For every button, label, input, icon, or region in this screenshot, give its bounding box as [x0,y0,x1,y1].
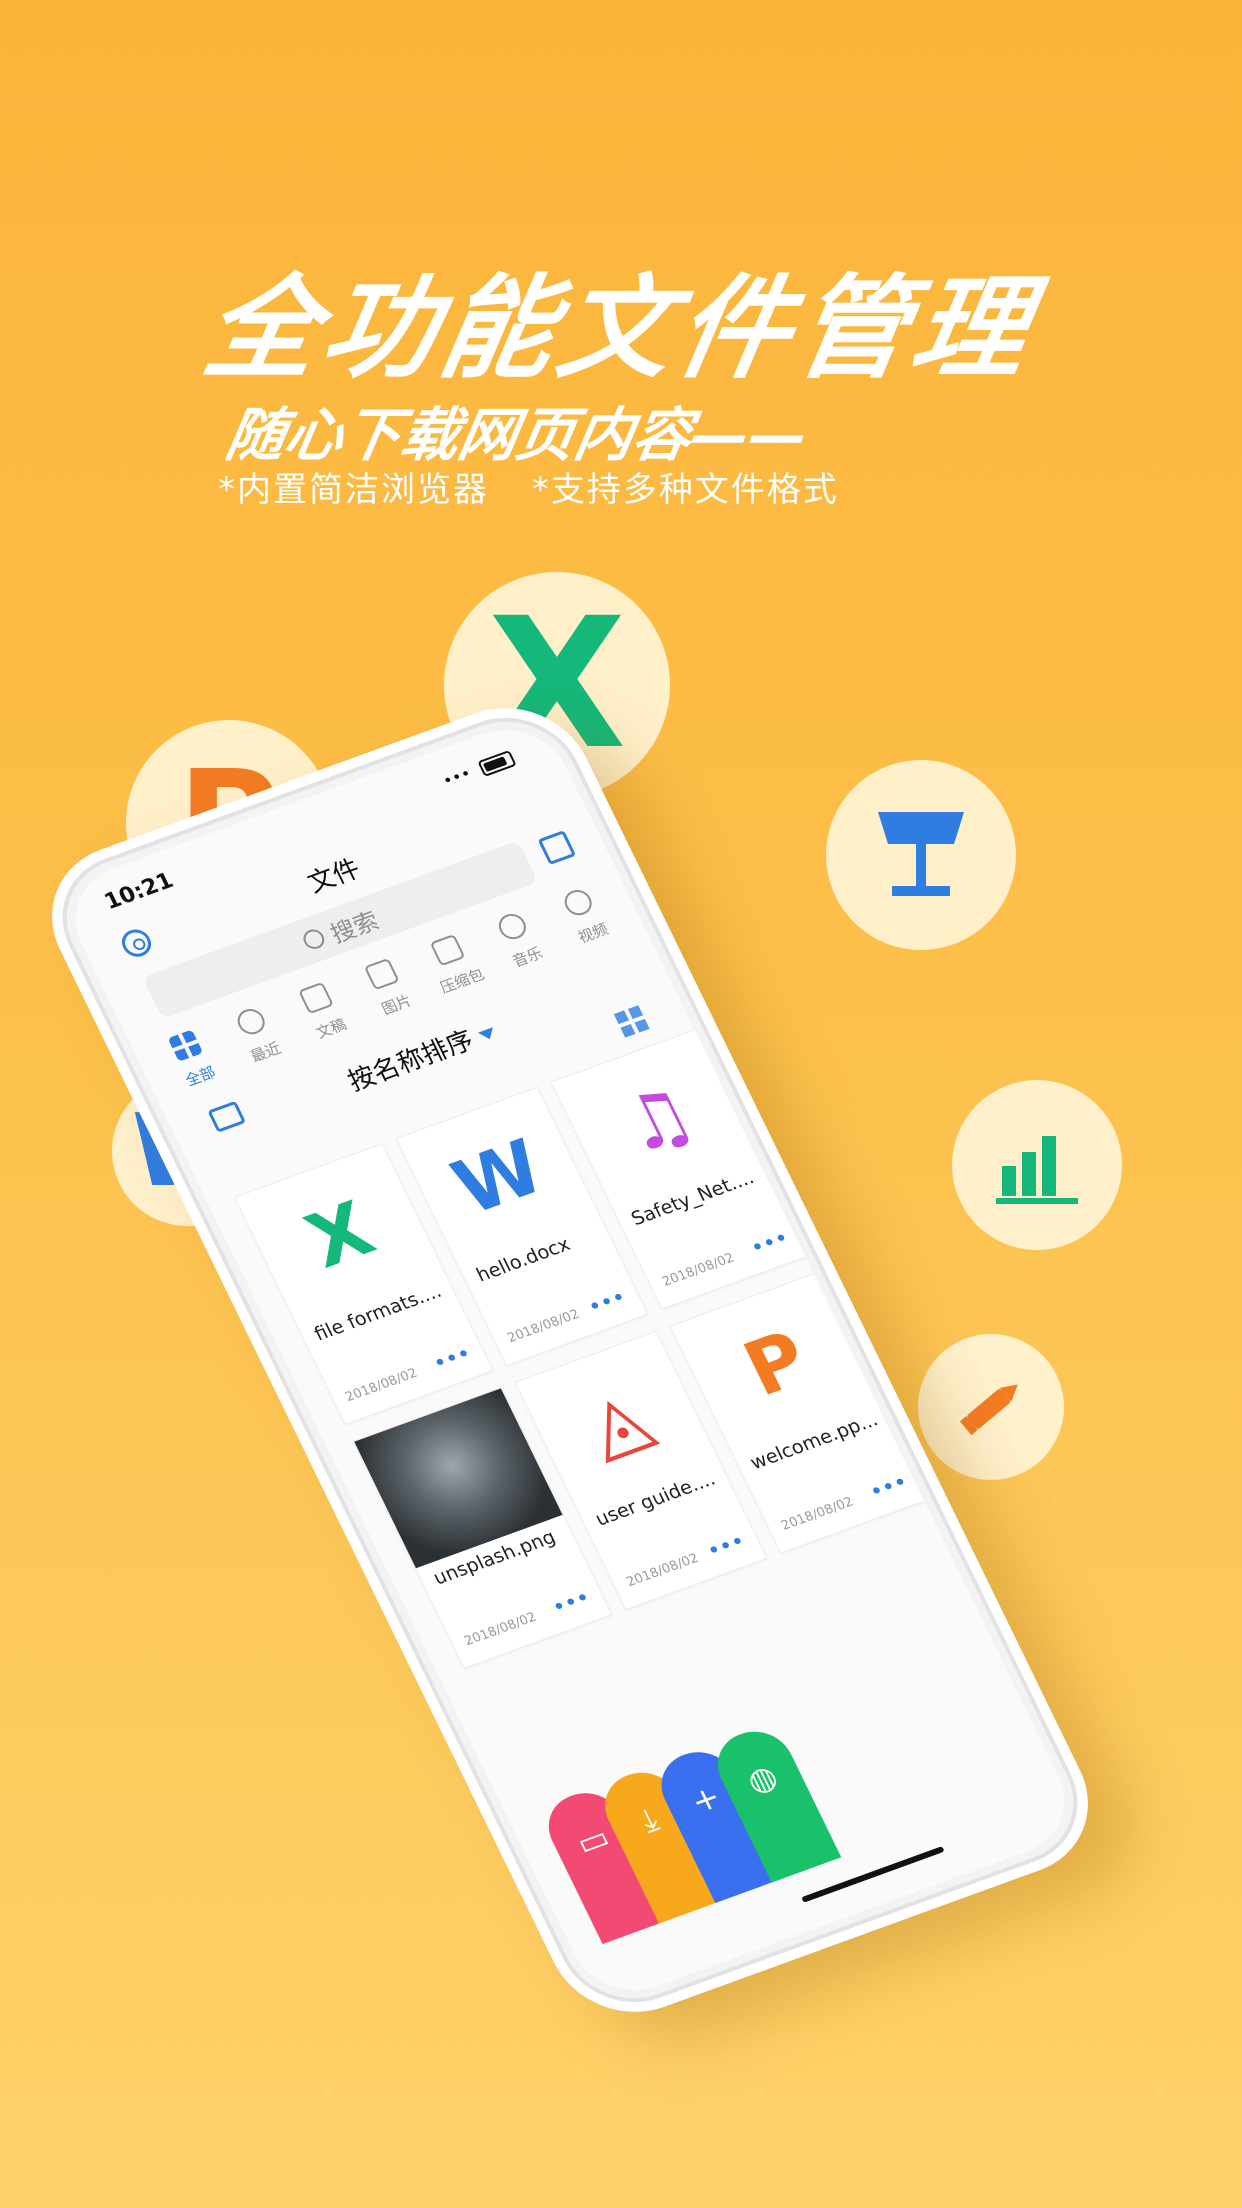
keynote-icon [826,760,1016,950]
tab-label: 视频 [575,920,612,947]
tab-archives[interactable]: 压缩包 [412,928,495,1001]
battery-icon [477,749,517,777]
promo-subheadline: 随心下载网页内容—— [221,401,814,469]
tab-label: 最近 [247,1039,284,1066]
promo-headline: 全功能文件管理 [194,264,1044,394]
more-icon[interactable]: ••• [585,1286,630,1318]
file-date: 2018/08/02 [505,1306,583,1347]
tab-images[interactable]: 图片 [347,952,430,1025]
file-date: 2018/08/02 [624,1550,702,1591]
tab-all[interactable]: 全部 [151,1023,234,1096]
tab-videos[interactable]: 视频 [543,880,626,953]
feature-formats: *支持多种文件格式 [531,470,839,510]
tab-label: 压缩包 [437,965,488,997]
pen-icon [918,1334,1064,1480]
more-icon[interactable]: ••• [748,1227,793,1259]
promo-features: *内置简洁浏览器 *支持多种文件格式 [218,462,869,511]
caret-down-icon [477,1026,498,1042]
play-icon [560,886,597,919]
tab-documents[interactable]: 文稿 [281,976,364,1049]
tab-label: 文稿 [313,1015,350,1042]
feature-browser: *内置简洁浏览器 [218,470,489,510]
grid-view-icon[interactable] [613,1005,650,1038]
tab-label: 音乐 [509,943,546,971]
status-indicators: ••• [439,748,517,791]
more-icon[interactable]: ••• [704,1530,749,1562]
bottom-tab-bar: ▭ ⤓ + ◍ [536,1721,842,1945]
grid-icon [167,1029,204,1062]
document-icon [298,981,335,1015]
search-placeholder: 搜索 [325,906,384,948]
file-date: 2018/08/02 [462,1609,540,1650]
tab-music[interactable]: 音乐 [478,904,561,977]
file-date: 2018/08/02 [659,1250,737,1290]
archive-icon [429,934,466,967]
edit-icon[interactable] [537,830,577,866]
sort-label: 按名称排序 [343,1025,479,1098]
tab-label: 图片 [378,991,415,1019]
more-icon[interactable]: ••• [430,1343,475,1375]
signal-icon: ••• [439,763,475,791]
status-time: 10:21 [100,868,178,915]
more-icon[interactable]: ••• [867,1471,912,1503]
clock-icon [232,1005,269,1038]
file-grid: X file formats.... 2018/08/02 ••• W hell… [233,1027,931,1669]
file-date: 2018/08/02 [343,1365,421,1406]
image-icon [363,957,400,991]
more-icon[interactable]: ••• [549,1587,594,1619]
file-date: 2018/08/02 [778,1494,856,1534]
numbers-icon [952,1080,1122,1250]
search-icon [300,926,328,952]
tab-recent[interactable]: 最近 [216,999,299,1072]
tab-label: 全部 [182,1063,219,1090]
music-note-icon [494,910,531,943]
